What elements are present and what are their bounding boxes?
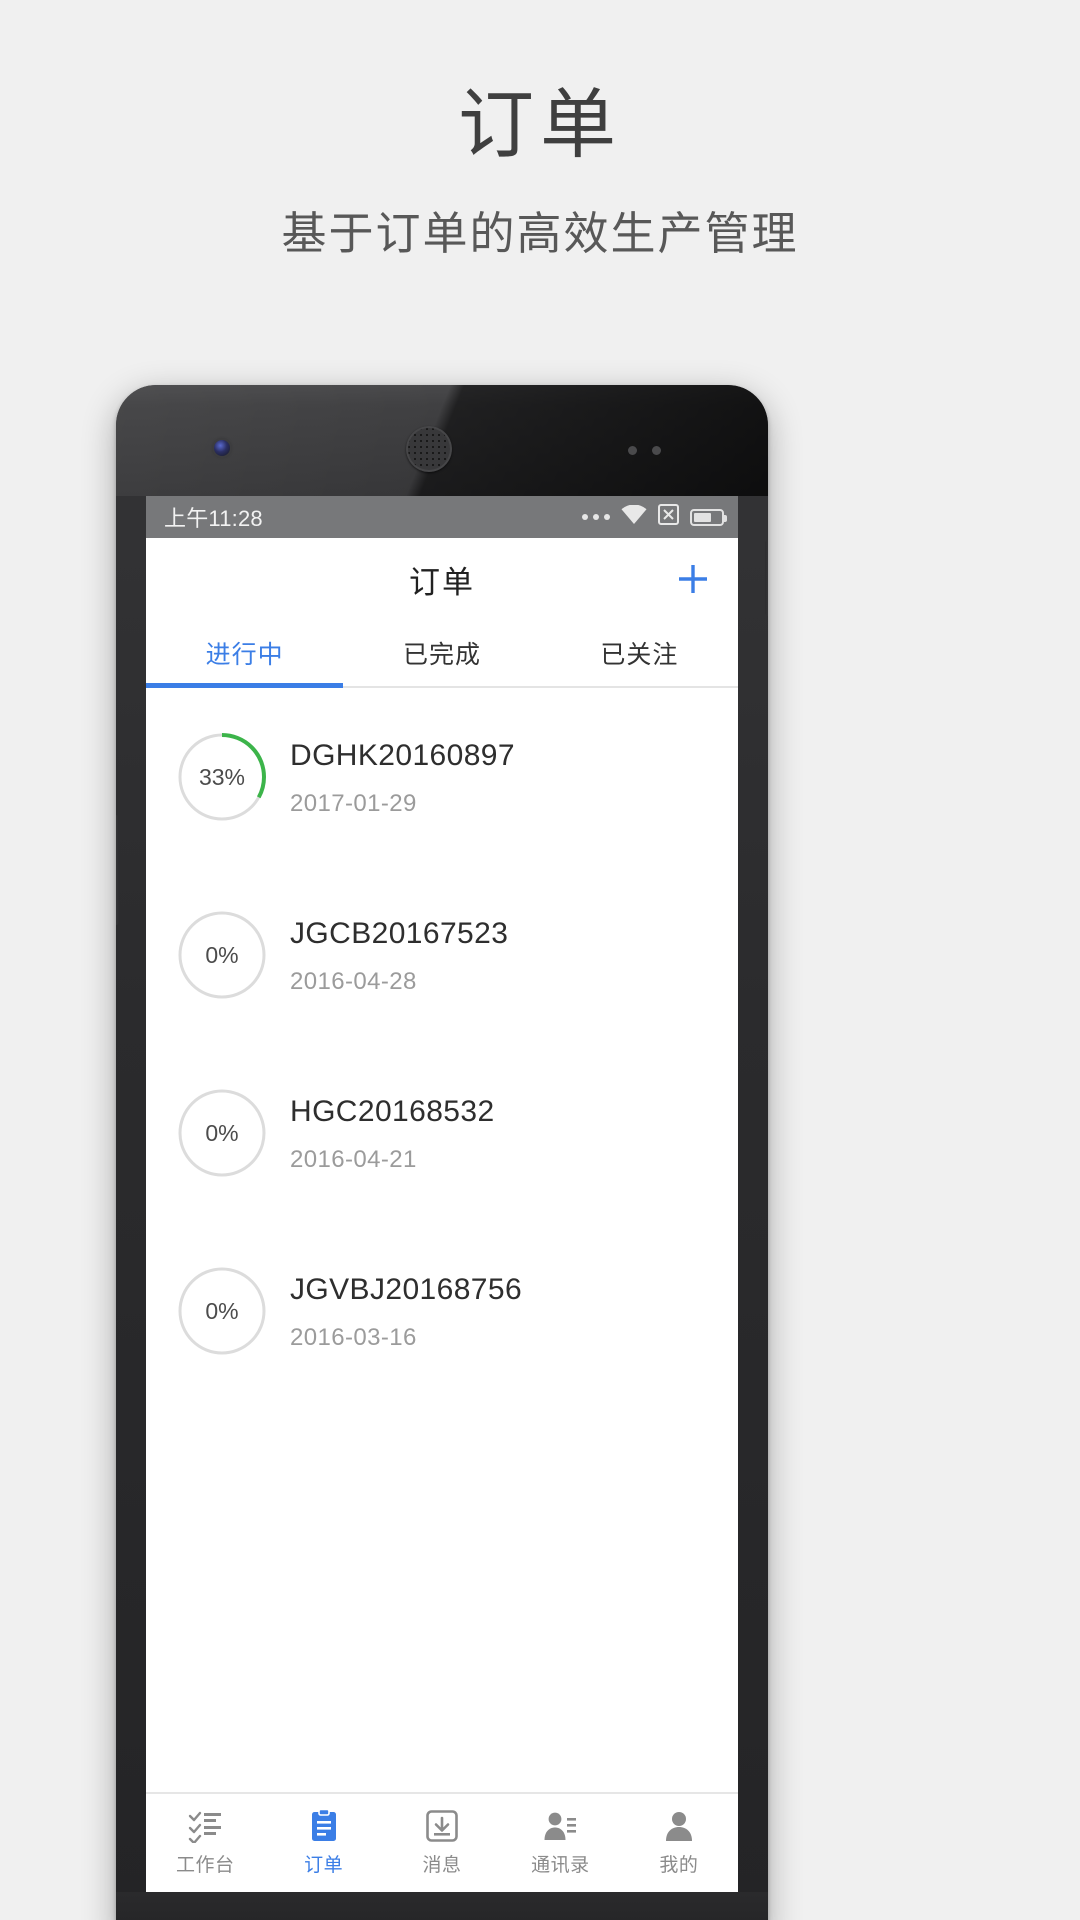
nav-item-profile[interactable]: 我的: [620, 1794, 738, 1892]
order-date: 2016-04-28: [290, 967, 417, 995]
phone-screen: 上午11:28 订单 进行中 已完成 已关注 33% DGHK20160897 …: [146, 496, 738, 1892]
nav-label: 通讯录: [531, 1855, 590, 1876]
order-meta: DGHK20160897 2017-01-29: [290, 737, 515, 818]
app-bar: 订单: [146, 538, 738, 620]
progress-ring: 0%: [176, 1265, 268, 1357]
wifi-icon: [621, 504, 647, 529]
order-list-item[interactable]: 0% HGC20168532 2016-04-21: [146, 1044, 738, 1222]
order-code: JGVBJ20168756: [290, 1272, 523, 1306]
nav-item-messages[interactable]: 消息: [383, 1794, 501, 1892]
inbox-download-icon: [426, 1810, 458, 1842]
progress-ring: 0%: [176, 909, 268, 1001]
progress-ring-label: 0%: [205, 1297, 239, 1324]
plus-icon: [679, 565, 707, 593]
nav-item-workbench[interactable]: 工作台: [146, 1794, 264, 1892]
order-meta: JGVBJ20168756 2016-03-16: [290, 1271, 522, 1352]
tab-completed[interactable]: 已完成: [343, 620, 540, 686]
front-camera-icon: [214, 440, 230, 456]
power-button[interactable]: [765, 540, 768, 616]
promo-title: 订单: [458, 83, 622, 168]
tab-followed[interactable]: 已关注: [541, 620, 738, 686]
progress-ring-label: 33%: [198, 763, 246, 790]
phone-mockup: 上午11:28 订单 进行中 已完成 已关注 33% DGHK20160897 …: [116, 385, 768, 1920]
order-code: DGHK20160897: [290, 738, 515, 772]
volume-button[interactable]: [116, 815, 119, 925]
order-date: 2017-01-29: [290, 789, 417, 817]
promo-subtitle: 基于订单的高效生产管理: [281, 208, 799, 259]
nav-item-contacts[interactable]: 通讯录: [501, 1794, 619, 1892]
battery-icon: [690, 508, 727, 526]
order-list-item[interactable]: 0% JGVBJ20168756 2016-03-16: [146, 1222, 738, 1400]
status-bar-time: 上午11:28: [164, 506, 263, 531]
bottom-navigation: 工作台 订单 消息 通讯录 我的: [146, 1792, 738, 1892]
clipboard-icon: [311, 1809, 336, 1841]
phone-bottom-bezel: [116, 1892, 768, 1920]
app-bar-title: 订单: [409, 564, 475, 600]
add-order-button[interactable]: [670, 556, 716, 602]
status-bar-icons: [582, 504, 727, 530]
signal-x-icon: [658, 504, 679, 530]
order-list-item[interactable]: 0% JGCB20167523 2016-04-28: [146, 866, 738, 1044]
nav-label: 订单: [304, 1855, 344, 1876]
contacts-icon: [544, 1812, 577, 1840]
order-date: 2016-04-21: [290, 1145, 417, 1173]
order-list-item[interactable]: 33% DGHK20160897 2017-01-29: [146, 688, 738, 866]
progress-ring-label: 0%: [205, 941, 239, 968]
order-code: HGC20168532: [290, 1094, 495, 1128]
sensor-dots-icon: [628, 446, 668, 456]
person-icon: [665, 1812, 692, 1841]
order-date: 2016-03-16: [290, 1323, 417, 1351]
status-bar: 上午11:28: [146, 496, 738, 538]
nav-item-orders[interactable]: 订单: [264, 1794, 382, 1892]
nav-label: 工作台: [175, 1855, 235, 1876]
progress-ring: 0%: [176, 1087, 268, 1179]
nav-label: 消息: [422, 1855, 462, 1876]
earpiece-icon: [406, 426, 452, 472]
checklist-icon: [189, 1811, 222, 1843]
progress-ring-label: 0%: [205, 1119, 239, 1146]
order-code: JGCB20167523: [290, 916, 509, 950]
progress-ring: 33%: [176, 731, 268, 823]
page-root: 订单 基于订单的高效生产管理 上午11:28 订单 进行中 已完成 已关注 33…: [0, 0, 1080, 1920]
tab-in-progress[interactable]: 进行中: [146, 620, 343, 686]
more-dots-icon: [582, 514, 610, 520]
order-list: 33% DGHK20160897 2017-01-29 0% JGCB20167…: [146, 688, 738, 1780]
order-meta: JGCB20167523 2016-04-28: [290, 915, 508, 996]
order-tabs: 进行中 已完成 已关注: [146, 620, 738, 688]
nav-label: 我的: [659, 1855, 699, 1876]
order-meta: HGC20168532 2016-04-21: [290, 1093, 495, 1174]
